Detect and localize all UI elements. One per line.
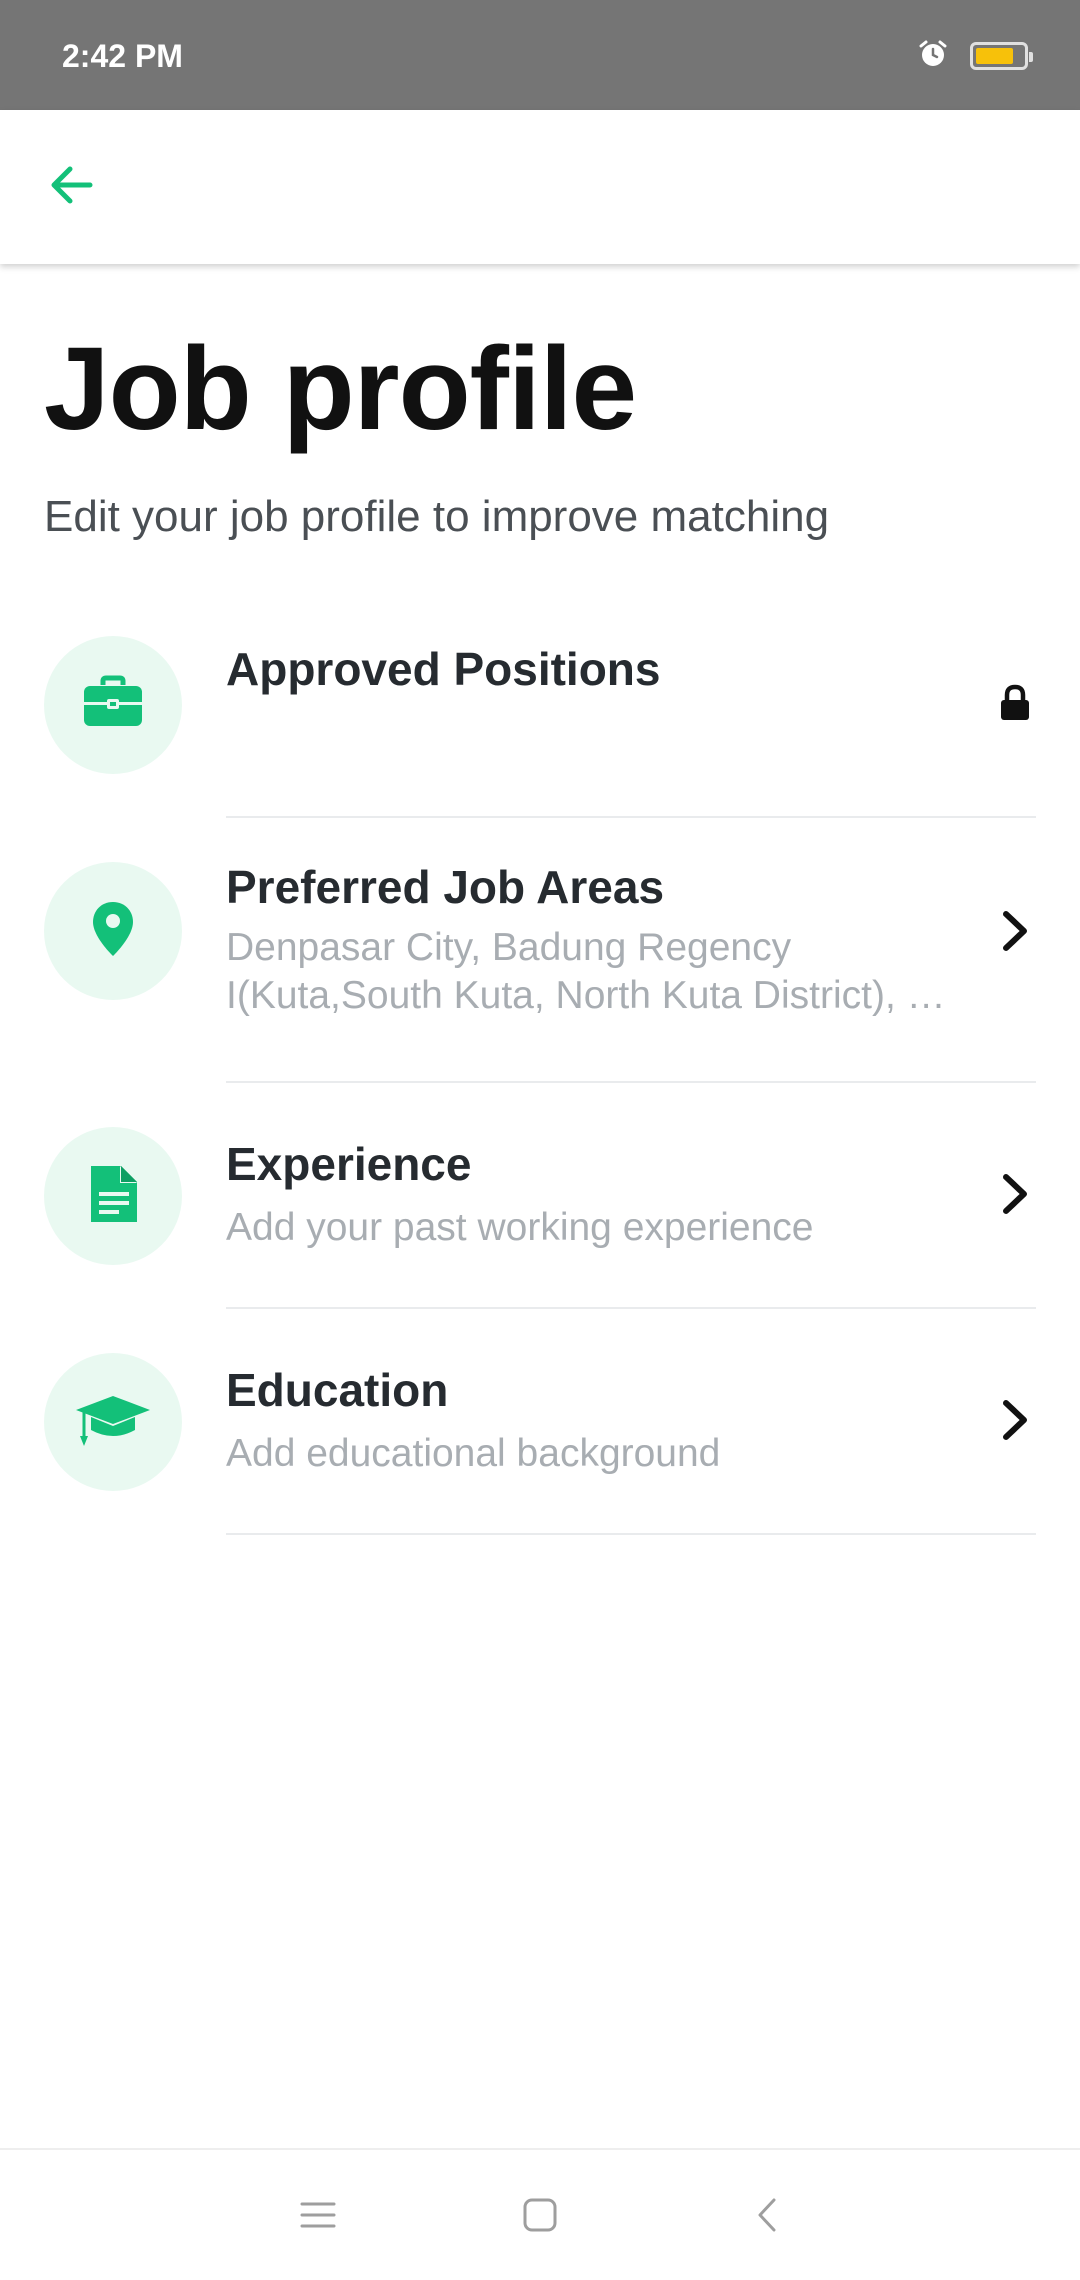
back-button[interactable] [34, 150, 108, 224]
menu-item-title: Preferred Job Areas [226, 861, 665, 913]
divider [226, 1533, 1036, 1535]
home-square-icon [522, 2197, 558, 2238]
app-bar [0, 110, 1080, 264]
menu-item-title: Experience [226, 1138, 472, 1190]
status-time: 2:42 PM [62, 38, 183, 74]
chevron-right-icon [1000, 909, 1030, 958]
arrow-left-icon [46, 160, 96, 215]
status-icons [918, 38, 1033, 74]
menu-item-education[interactable]: Education Add educational background [0, 1309, 1080, 1535]
menu-item-description: Add your past working experience [226, 1206, 814, 1249]
menu-item-description-line1: Denpasar City, Badung Regency [226, 926, 792, 969]
system-nav-bar [0, 2148, 1080, 2280]
document-icon [87, 1164, 139, 1229]
location-pin-icon [91, 900, 135, 963]
preferred-job-areas-icon-circle [44, 862, 182, 1000]
back-chevron-icon [755, 2197, 779, 2238]
menu-item-description: Add educational background [226, 1432, 721, 1475]
experience-icon-circle [44, 1127, 182, 1265]
graduation-cap-icon [74, 1392, 152, 1453]
menu-item-description-line2: I(Kuta,South Kuta, North Kuta District),… [226, 974, 970, 1017]
nav-home-button[interactable] [505, 2182, 575, 2252]
education-chevron [990, 1397, 1040, 1447]
experience-chevron [990, 1171, 1040, 1221]
job-profile-menu: Approved Positions Preferred Job Areas D… [0, 600, 1080, 1535]
nav-menu-button[interactable] [283, 2182, 353, 2252]
menu-icon [300, 2200, 336, 2235]
menu-item-approved-positions[interactable]: Approved Positions [0, 600, 1080, 818]
experience-text: Experience Add your past working experie… [226, 1137, 970, 1252]
menu-item-title: Education [226, 1364, 449, 1416]
status-bar: 2:42 PM [0, 0, 1080, 110]
lock-icon [999, 684, 1031, 727]
briefcase-icon [82, 675, 144, 736]
preferred-job-areas-text: Preferred Job Areas Denpasar City, Badun… [226, 860, 970, 1020]
chevron-right-icon [1000, 1398, 1030, 1447]
education-icon-circle [44, 1353, 182, 1491]
battery-icon [970, 42, 1033, 70]
battery-level [976, 48, 1013, 64]
approved-positions-text: Approved Positions [226, 642, 970, 696]
page-subtitle: Edit your job profile to improve matchin… [44, 492, 830, 541]
approved-positions-icon-circle [44, 636, 182, 774]
approved-positions-lock [990, 680, 1040, 730]
page-title: Job profile [44, 323, 637, 455]
menu-item-preferred-job-areas[interactable]: Preferred Job Areas Denpasar City, Badun… [0, 818, 1080, 1083]
alarm-icon [918, 39, 948, 74]
education-text: Education Add educational background [226, 1363, 970, 1478]
chevron-right-icon [1000, 1172, 1030, 1221]
menu-item-experience[interactable]: Experience Add your past working experie… [0, 1083, 1080, 1309]
preferred-job-areas-chevron [990, 908, 1040, 958]
nav-back-button[interactable] [732, 2182, 802, 2252]
menu-item-title: Approved Positions [226, 643, 661, 695]
